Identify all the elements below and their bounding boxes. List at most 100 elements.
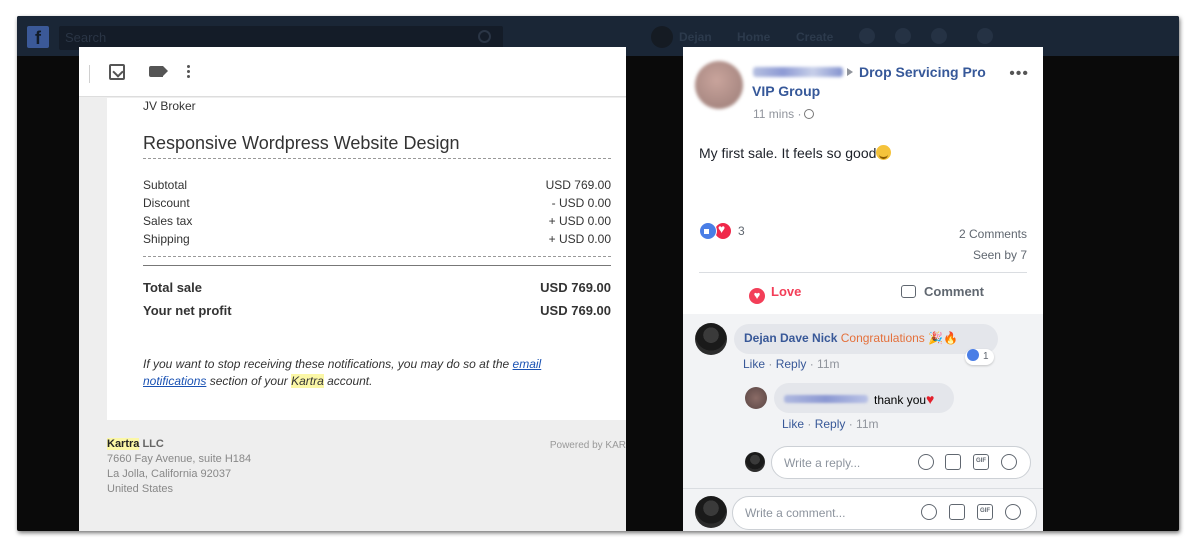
line-label: Sales tax: [143, 214, 193, 228]
line-value: USD 769.00: [545, 178, 611, 192]
post-body: My first sale. It feels so good: [699, 145, 877, 161]
comment-text: Congratulations: [840, 331, 925, 345]
reply-input[interactable]: Write a reply... GIF: [771, 446, 1031, 479]
party-fire-emoji-icon: 🎉🔥: [928, 331, 959, 345]
facebook-post: Drop Servicing Pro VIP Group ••• 11 mins…: [683, 47, 1043, 531]
total-value: USD 769.00: [540, 280, 611, 295]
address-country: United States: [107, 483, 174, 495]
divider: [143, 265, 611, 266]
line-label: Shipping: [143, 232, 190, 246]
nav-create[interactable]: Create: [796, 30, 833, 44]
note-text: If you want to stop receiving these noti…: [143, 357, 513, 371]
nav-profile[interactable]: Dejan: [679, 30, 712, 44]
avatar[interactable]: [695, 323, 727, 355]
reply-placeholder: Write a reply...: [784, 456, 861, 470]
seen-by[interactable]: Seen by 7: [959, 245, 1027, 266]
comment-placeholder: Write a comment...: [745, 506, 846, 520]
toolbar-divider: [89, 65, 90, 83]
avatar[interactable]: [651, 26, 673, 48]
comment-button[interactable]: Comment: [901, 284, 984, 299]
smiling-emoji-icon: [876, 145, 892, 160]
comment-label: Comment: [924, 284, 984, 299]
like-reaction-icon: [967, 349, 979, 361]
divider: [683, 488, 1043, 489]
line-label: Discount: [143, 196, 190, 210]
avatar[interactable]: [695, 61, 743, 109]
comment-input[interactable]: Write a comment... GIF: [732, 496, 1037, 530]
reply-text: thank you: [874, 393, 927, 407]
comments-count-link[interactable]: 2 Comments: [959, 224, 1027, 245]
reaction-count[interactable]: 3: [738, 224, 745, 238]
company-suffix: LLC: [139, 438, 164, 450]
facebook-logo-icon[interactable]: f: [27, 26, 49, 48]
product-title: Responsive Wordpress Website Design: [143, 133, 611, 159]
reply-time[interactable]: 11m: [856, 417, 878, 431]
comment-reactions[interactable]: 1: [965, 349, 994, 365]
comment-like-count: 1: [983, 351, 989, 362]
search-icon[interactable]: [478, 30, 491, 43]
line-label: Subtotal: [143, 178, 188, 192]
gif-icon[interactable]: GIF: [977, 504, 993, 520]
company-brand: Kartra: [107, 438, 140, 450]
divider: [699, 272, 1027, 273]
heart-icon: ♥: [749, 288, 765, 304]
camera-icon[interactable]: [945, 454, 961, 470]
love-button[interactable]: ♥ Love: [749, 284, 801, 304]
unsubscribe-note: If you want to stop receiving these noti…: [143, 356, 583, 390]
like-reaction-icon[interactable]: [699, 222, 717, 240]
reply-reply-link[interactable]: Reply: [815, 417, 846, 431]
email-panel: JV Broker Responsive Wordpress Website D…: [79, 47, 626, 531]
notifications-icon[interactable]: [931, 28, 947, 44]
redacted-author-name: [784, 395, 868, 403]
emoji-icon[interactable]: [918, 454, 934, 470]
gif-icon[interactable]: GIF: [973, 454, 989, 470]
receipt-card: JV Broker Responsive Wordpress Website D…: [107, 98, 626, 420]
reply-bubble: thank you♥: [774, 383, 954, 413]
email-toolbar: [79, 47, 626, 97]
search-placeholder: Search: [65, 30, 107, 45]
nav-home[interactable]: Home: [737, 30, 770, 44]
profit-value: USD 769.00: [540, 303, 611, 318]
group-name-link[interactable]: Drop Servicing Pro VIP Group: [752, 63, 1002, 101]
profit-label: Your net profit: [143, 303, 232, 318]
note-text: account.: [323, 374, 373, 388]
help-icon[interactable]: [977, 28, 993, 44]
post-text: My first sale. It feels so good: [699, 145, 892, 161]
label-icon[interactable]: [149, 66, 168, 77]
note-text: section of your: [206, 374, 292, 388]
post-stats: 2 Comments Seen by 7: [959, 224, 1027, 266]
emoji-icon[interactable]: [921, 504, 937, 520]
address-line: 7660 Fay Avenue, suite H184: [107, 453, 252, 465]
powered-by: Powered by KAR: [549, 440, 626, 451]
brand-highlight: Kartra: [291, 374, 324, 388]
email-footer: Kartra LLC 7660 Fay Avenue, suite H184 L…: [107, 437, 251, 497]
messenger-icon[interactable]: [895, 28, 911, 44]
comment-time[interactable]: 11m: [817, 357, 839, 371]
more-vert-icon[interactable]: [187, 64, 191, 80]
avatar: [695, 496, 727, 528]
address-line: La Jolla, California 92037: [107, 468, 232, 480]
comment-bubble: Dejan Dave Nick Congratulations 🎉🔥: [734, 324, 998, 354]
comment-reply-link[interactable]: Reply: [776, 357, 807, 371]
reply-like-link[interactable]: Like: [782, 417, 804, 431]
archive-icon[interactable]: [109, 64, 125, 80]
privacy-group-icon: [804, 109, 815, 119]
line-value: + USD 0.00: [548, 214, 611, 228]
comment-like-link[interactable]: Like: [743, 357, 765, 371]
line-value: + USD 0.00: [548, 232, 611, 246]
more-options-icon[interactable]: •••: [1009, 65, 1029, 83]
friends-icon[interactable]: [859, 28, 875, 44]
divider: [143, 256, 611, 257]
reply-actions: Like · Reply · 11m: [782, 417, 879, 431]
comment-author-link[interactable]: Dejan Dave Nick: [744, 331, 837, 345]
camera-icon[interactable]: [949, 504, 965, 520]
avatar: [745, 452, 765, 472]
total-label: Total sale: [143, 280, 203, 295]
comment-actions: Like · Reply · 11m: [743, 357, 840, 371]
avatar[interactable]: [745, 387, 767, 409]
sticker-icon[interactable]: [1005, 504, 1021, 520]
heart-emoji-icon: ♥: [926, 391, 935, 407]
line-value: - USD 0.00: [551, 196, 611, 210]
post-timestamp[interactable]: 11 mins ·: [753, 107, 815, 121]
sticker-icon[interactable]: [1001, 454, 1017, 470]
